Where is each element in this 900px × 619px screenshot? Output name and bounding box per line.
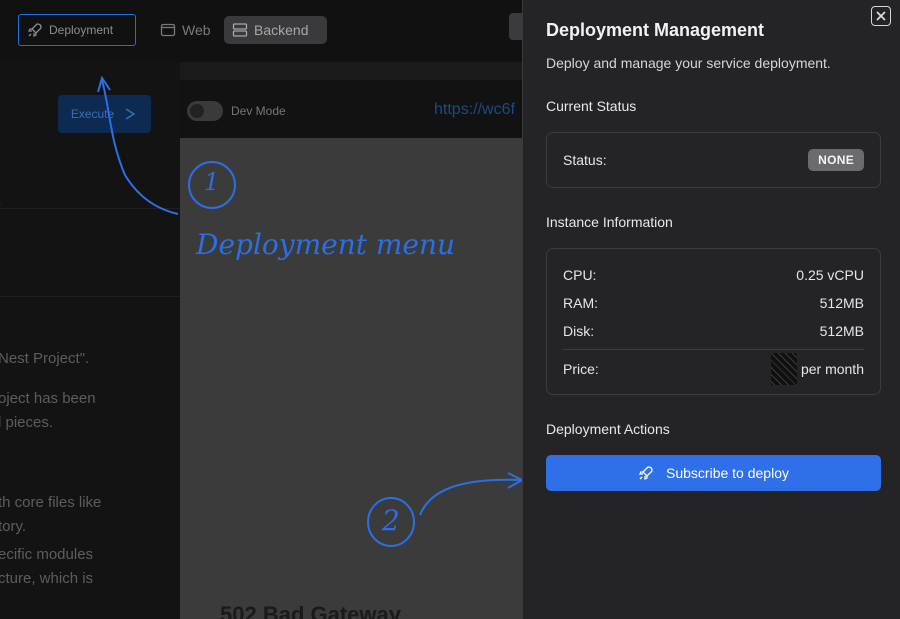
status-card: Status: NONE [546, 132, 881, 188]
dev-mode-toggle[interactable] [187, 101, 223, 121]
error-heading: 502 Bad Gateway [220, 602, 401, 619]
deployment-button-label: Deployment [49, 23, 114, 37]
drawer-title: Deployment Management [546, 20, 765, 40]
rocket-icon [27, 23, 42, 38]
cpu-value: 0.25 vCPU [796, 267, 864, 283]
disk-row: Disk: 512MB [563, 323, 864, 339]
chat-line: th core files like [0, 494, 102, 511]
instance-info-heading: Instance Information [546, 214, 673, 230]
preview-url[interactable]: https://wc6f [434, 101, 515, 119]
chat-divider [0, 296, 180, 297]
instance-card: CPU: 0.25 vCPU RAM: 512MB Disk: 512MB Pr… [546, 248, 881, 395]
browser-window-icon [160, 23, 176, 37]
chat-line: cture, which is [0, 570, 94, 587]
instance-divider [563, 349, 864, 350]
tab-web[interactable]: Web [152, 16, 219, 44]
tab-web-label: Web [182, 22, 211, 38]
chat-line: Nest Project". [0, 350, 90, 367]
price-value: per month [770, 353, 864, 385]
chat-divider [0, 208, 180, 209]
chat-pane [0, 62, 180, 619]
price-label: Price: [563, 361, 599, 377]
close-button[interactable] [871, 6, 891, 26]
run-icon [125, 108, 136, 120]
chat-fragment: . [0, 193, 1, 207]
subscribe-to-deploy-button[interactable]: Subscribe to deploy [546, 455, 881, 491]
current-status-heading: Current Status [546, 98, 637, 114]
chat-line: oject has been [0, 390, 96, 407]
ram-label: RAM: [563, 295, 598, 311]
ram-value: 512MB [819, 295, 864, 311]
execute-button-label: Execute [70, 107, 115, 121]
chat-line: ecific modules [0, 546, 94, 563]
status-row: Status: NONE [563, 149, 864, 171]
execute-button[interactable]: Execute [58, 95, 151, 133]
tab-backend-label: Backend [254, 22, 309, 38]
price-row: Price: per month [563, 353, 864, 385]
close-icon [876, 11, 886, 21]
chat-line: l pieces. [0, 414, 54, 431]
cpu-label: CPU: [563, 267, 597, 283]
deployment-actions-heading: Deployment Actions [546, 421, 670, 437]
ram-row: RAM: 512MB [563, 295, 864, 311]
redacted-price [770, 353, 797, 385]
disk-value: 512MB [819, 323, 864, 339]
disk-label: Disk: [563, 323, 595, 339]
server-icon [232, 23, 248, 37]
drawer-subtitle: Deploy and manage your service deploymen… [546, 55, 831, 71]
tab-backend[interactable]: Backend [224, 16, 327, 44]
preview-frame [180, 138, 522, 619]
deployment-button[interactable]: Deployment [18, 14, 136, 46]
toggle-knob [190, 104, 204, 118]
chat-line: tory. [0, 518, 27, 535]
cpu-row: CPU: 0.25 vCPU [563, 267, 864, 283]
status-label: Status: [563, 152, 607, 168]
price-suffix: per month [800, 361, 864, 377]
subscribe-button-label: Subscribe to deploy [666, 465, 789, 481]
dev-mode-label: Dev Mode [231, 104, 286, 118]
rocket-icon [638, 466, 653, 481]
status-badge: NONE [808, 149, 864, 171]
